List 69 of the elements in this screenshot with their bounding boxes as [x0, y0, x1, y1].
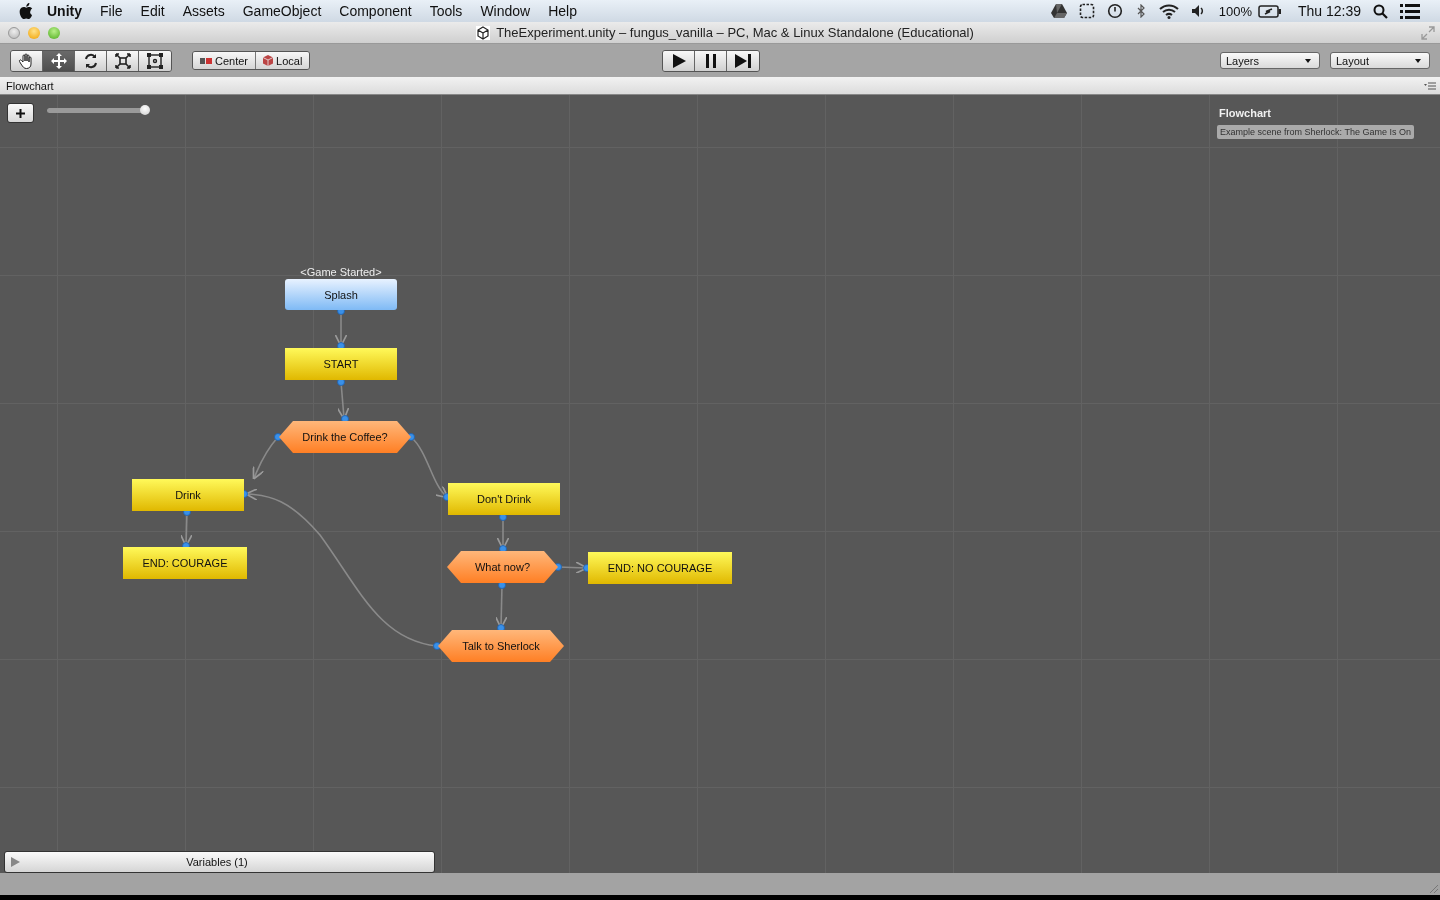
add-block-button[interactable]	[7, 103, 34, 123]
pivot-button[interactable]: Center	[193, 52, 257, 69]
resize-grip-icon[interactable]	[1428, 883, 1438, 893]
menu-item[interactable]: GameObject	[242, 3, 322, 19]
rotate-icon	[82, 52, 99, 69]
scale-icon	[114, 52, 131, 69]
rect-tool-button[interactable]	[139, 50, 171, 71]
choice-block-node[interactable]: What now?	[447, 551, 558, 583]
pause-icon	[705, 53, 716, 68]
choice-block-node[interactable]: Talk to Sherlock	[438, 630, 564, 662]
pivot-icon	[200, 56, 212, 65]
hand-tool-button[interactable]	[11, 50, 43, 71]
step-button[interactable]	[727, 50, 760, 71]
cube-logo-icon	[476, 25, 491, 40]
flowchart-title: Flowchart	[1218, 107, 1272, 119]
block-node[interactable]: END: NO COURAGE	[588, 552, 732, 584]
block-node[interactable]: START	[285, 348, 397, 380]
block-node[interactable]: Drink	[132, 479, 244, 511]
zoom-slider[interactable]	[47, 105, 147, 116]
dropdown[interactable]: Layers	[1220, 52, 1320, 69]
search-icon[interactable]	[1373, 3, 1388, 19]
menu-item[interactable]: Assets	[182, 3, 225, 19]
menu-item[interactable]: Help	[548, 3, 577, 19]
cube-icon	[263, 55, 274, 66]
caret-icon	[1305, 58, 1311, 63]
menu-item[interactable]: Tools	[429, 3, 463, 19]
menu-item[interactable]: Window	[480, 3, 531, 19]
list-icon[interactable]	[1400, 3, 1420, 19]
app-menu[interactable]: Unity	[47, 3, 82, 19]
rect-tool-icon	[147, 52, 163, 69]
rotate-tool-button[interactable]	[75, 50, 107, 71]
connector-arrow	[252, 433, 282, 480]
battery-icon[interactable]	[1257, 4, 1282, 18]
event-block-node[interactable]: Splash	[285, 279, 397, 310]
menu-item[interactable]: Edit	[140, 3, 165, 19]
window-title: TheExperiment.unity – fungus_vanilla – PC, Mac & Linux Standalone (Educational)	[496, 25, 974, 40]
flowchart-description: Example scene from Sherlock: The Game Is On	[1217, 125, 1414, 139]
connector-arrow	[496, 513, 510, 553]
plus-icon	[16, 108, 25, 118]
connector-arrow	[336, 378, 350, 423]
block-node[interactable]: END: COURAGE	[123, 547, 247, 579]
clock-text[interactable]: Thu 12:39	[1297, 3, 1361, 19]
slider-thumb[interactable]	[140, 105, 150, 115]
move-arrows-icon	[50, 52, 67, 69]
menu-icon[interactable]	[1424, 81, 1436, 90]
pivot-button[interactable]: Local	[256, 52, 310, 69]
play-icon	[671, 53, 686, 68]
variables-panel-header[interactable]: Variables (1)	[4, 851, 435, 873]
battery-percentage: 100%	[1218, 3, 1252, 19]
play-button[interactable]	[663, 50, 696, 71]
choice-block-node[interactable]: Drink the Coffee?	[279, 421, 411, 453]
dashed-square-icon[interactable]	[1078, 3, 1095, 19]
apple-logo-icon[interactable]	[19, 3, 33, 19]
menu-item[interactable]: Component	[339, 3, 412, 19]
move-tool-button[interactable]	[43, 50, 75, 71]
clock-icon[interactable]	[1106, 3, 1123, 19]
wifi-icon[interactable]	[1158, 3, 1179, 19]
connector-arrow	[494, 581, 508, 632]
scale-tool-button[interactable]	[107, 50, 139, 71]
block-node[interactable]: Don't Drink	[448, 483, 560, 515]
triangle-logo-icon[interactable]	[1050, 4, 1067, 18]
event-label: <Game Started>	[299, 266, 383, 278]
step-icon	[735, 53, 752, 68]
panel-tab[interactable]: Flowchart	[6, 79, 54, 92]
pause-button[interactable]	[695, 50, 728, 71]
dropdown[interactable]: Layout	[1330, 52, 1430, 69]
menu-item[interactable]: File	[100, 3, 123, 19]
connector-arrow	[334, 307, 348, 350]
caret-icon	[1415, 58, 1421, 63]
